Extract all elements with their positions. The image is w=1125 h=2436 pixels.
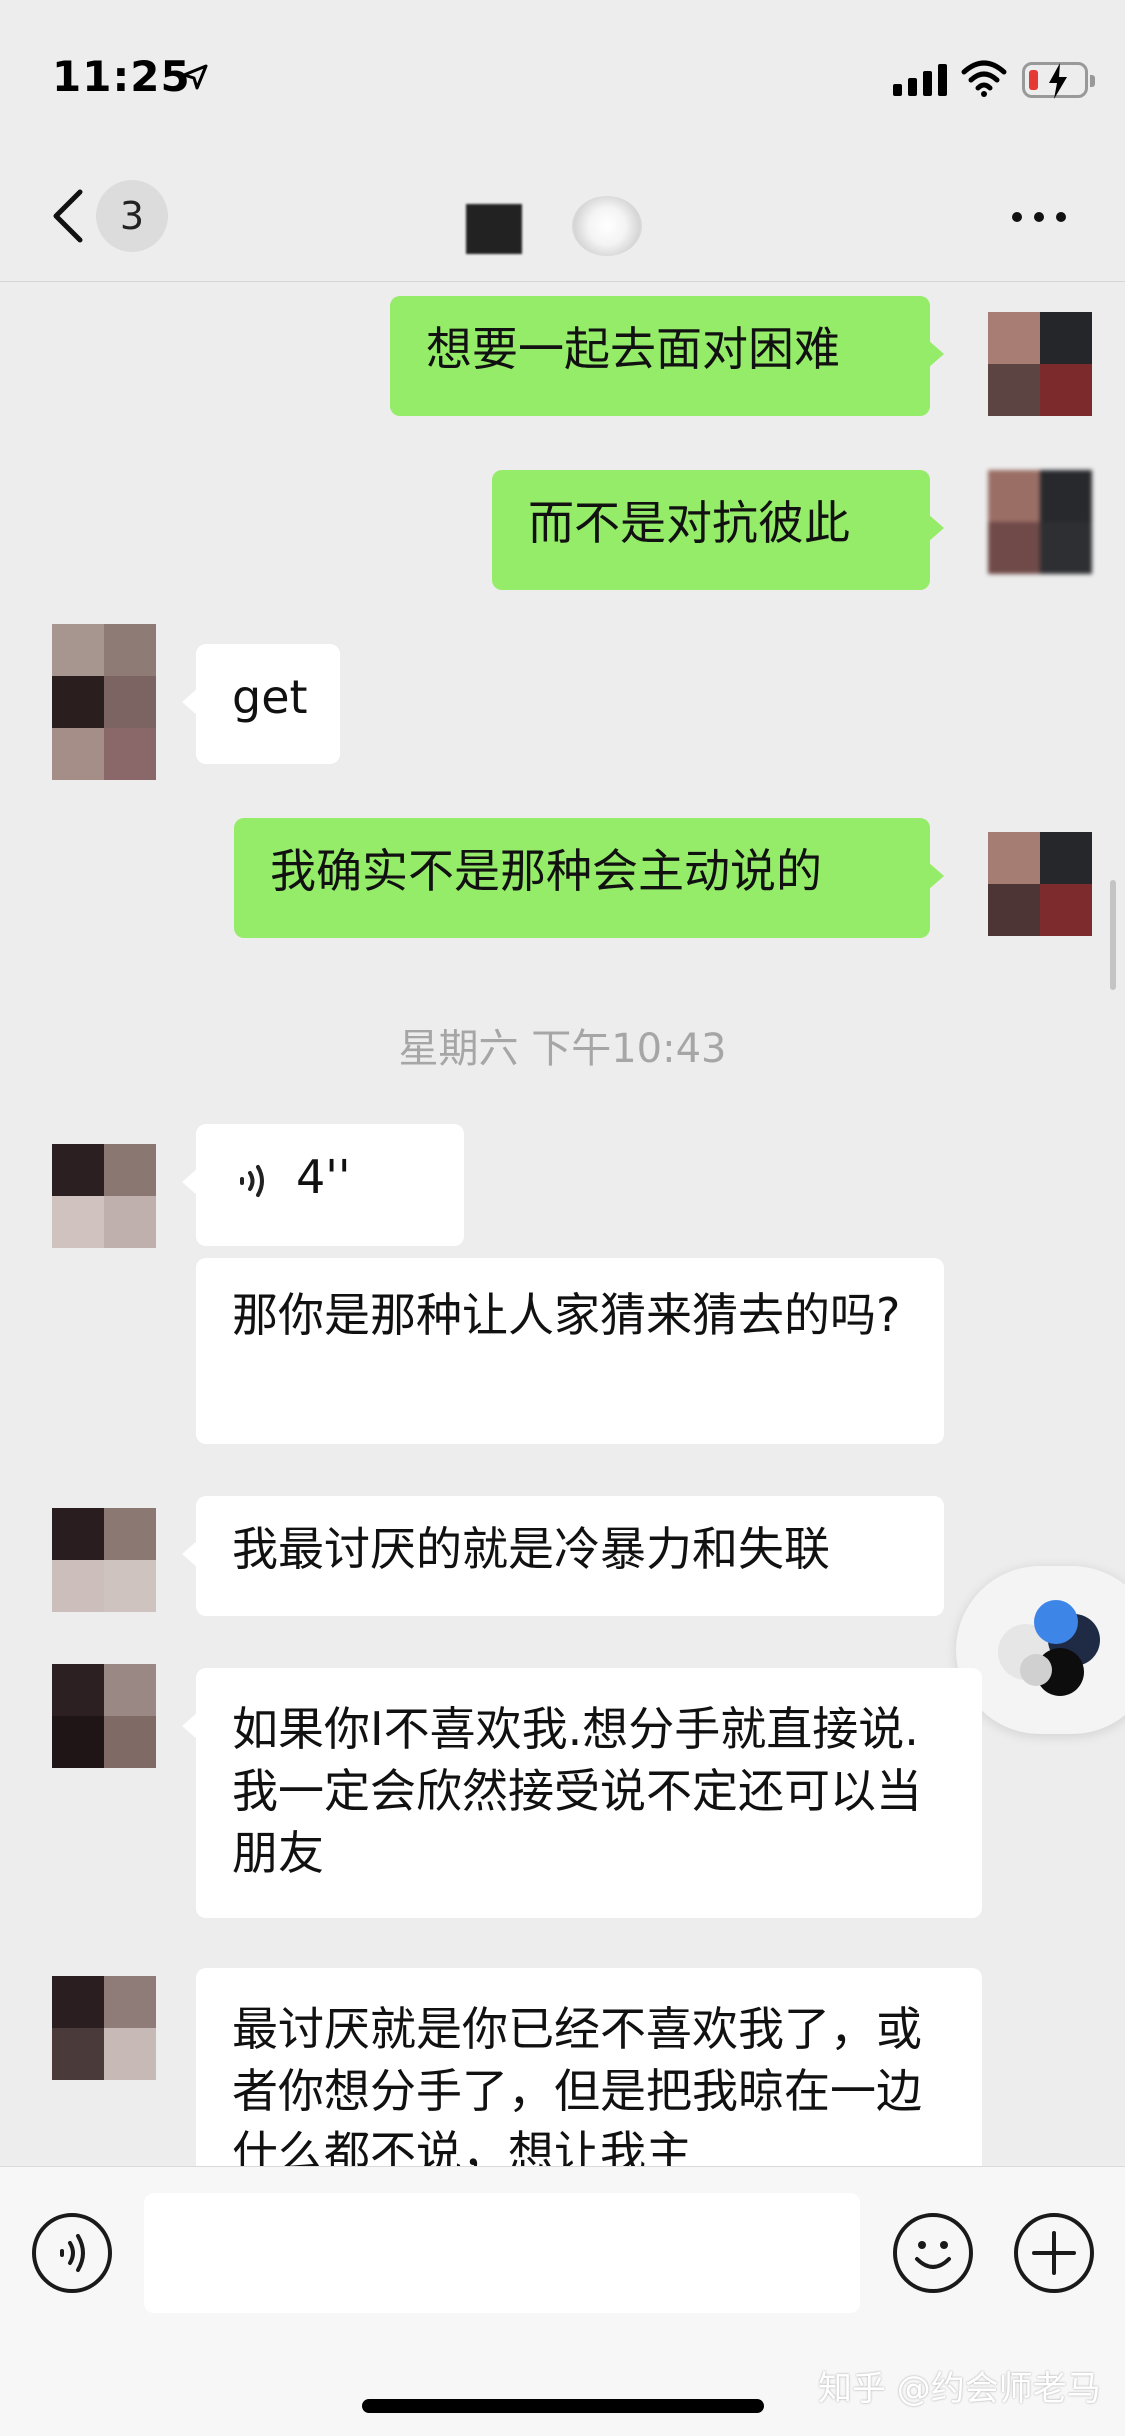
- unread-count-badge[interactable]: 3: [96, 180, 168, 252]
- cellular-signal-icon: [893, 62, 947, 96]
- message-text: 最讨厌就是你已经不喜欢我了，或者你想分手了，但是把我晾在一边什么都不说，想让我主: [232, 2002, 922, 2180]
- more-functions-button[interactable]: [1014, 2213, 1094, 2293]
- message-text: 而不是对抗彼此: [528, 496, 850, 550]
- message-bubble-outgoing[interactable]: 而不是对抗彼此: [492, 470, 944, 590]
- message-bubble-incoming[interactable]: 那你是那种让人家猜来猜去的吗?: [196, 1258, 944, 1444]
- smiley-face-icon: [915, 2241, 951, 2269]
- my-avatar[interactable]: [988, 832, 1092, 936]
- contact-avatar[interactable]: [52, 1144, 156, 1248]
- voice-wave-icon: [60, 2234, 85, 2272]
- emoji-button[interactable]: [893, 2213, 973, 2293]
- message-text: 想要一起去面对困难: [426, 322, 840, 376]
- message-text: 我最讨厌的就是冷暴力和失联: [232, 1522, 830, 1576]
- wifi-icon: [961, 60, 1007, 97]
- message-text: 那你是那种让人家猜来猜去的吗?: [232, 1288, 901, 1342]
- chat-nav-bar: 3: [0, 140, 1125, 282]
- message-bubble-outgoing[interactable]: 我确实不是那种会主动说的: [234, 818, 944, 938]
- message-timestamp: 星期六 下午10:43: [398, 1026, 727, 1072]
- message-bubble-incoming[interactable]: 我最讨厌的就是冷暴力和失联: [182, 1496, 944, 1616]
- message-bubble-incoming[interactable]: 最讨厌就是你已经不喜欢我了，或者你想分手了，但是把我晾在一边什么都不说，想让我主: [196, 1968, 982, 2188]
- message-bubble-incoming[interactable]: 如果你I不喜欢我.想分手就直接说.我一定会欣然接受说不定还可以当朋友: [182, 1668, 982, 1918]
- chat-title-redacted-emoji: [572, 196, 642, 256]
- home-indicator[interactable]: [362, 2399, 764, 2413]
- message-text: 我确实不是那种会主动说的: [270, 844, 822, 898]
- contact-avatar[interactable]: [52, 1664, 156, 1768]
- my-avatar[interactable]: [988, 470, 1092, 574]
- contact-avatar[interactable]: [52, 1976, 156, 2080]
- message-bubble-outgoing[interactable]: 想要一起去面对困难: [390, 296, 944, 416]
- contact-avatar[interactable]: [52, 1508, 156, 1612]
- scroll-indicator[interactable]: [1110, 880, 1116, 990]
- voice-wave-icon: [240, 1164, 264, 1197]
- voice-input-button[interactable]: [32, 2213, 112, 2293]
- status-bar: 11:25: [0, 0, 1125, 140]
- zhihu-watermark: 知乎 @约会师老马: [818, 2369, 1101, 2409]
- voice-duration: 4'': [296, 1150, 351, 1204]
- contact-avatar[interactable]: [52, 624, 156, 780]
- chat-input-bar: 知乎 @约会师老马: [0, 2166, 1125, 2436]
- more-options-button[interactable]: [1012, 212, 1066, 222]
- floating-window-icon: [998, 1600, 1100, 1696]
- message-bubble-incoming[interactable]: get: [182, 644, 340, 764]
- location-arrow-icon: [182, 64, 208, 90]
- message-text: get: [232, 670, 308, 724]
- message-text: 如果你I不喜欢我.想分手就直接说.我一定会欣然接受说不定还可以当朋友: [232, 1702, 922, 1880]
- message-text-input[interactable]: [144, 2193, 860, 2313]
- back-chevron-icon[interactable]: [48, 188, 88, 244]
- plus-icon: [1032, 2231, 1076, 2275]
- chat-title-redacted: [466, 204, 522, 254]
- status-time: 11:25: [52, 52, 191, 101]
- battery-icon: [1022, 62, 1095, 99]
- my-avatar[interactable]: [988, 312, 1092, 416]
- voice-message-bubble[interactable]: 4'': [182, 1124, 464, 1246]
